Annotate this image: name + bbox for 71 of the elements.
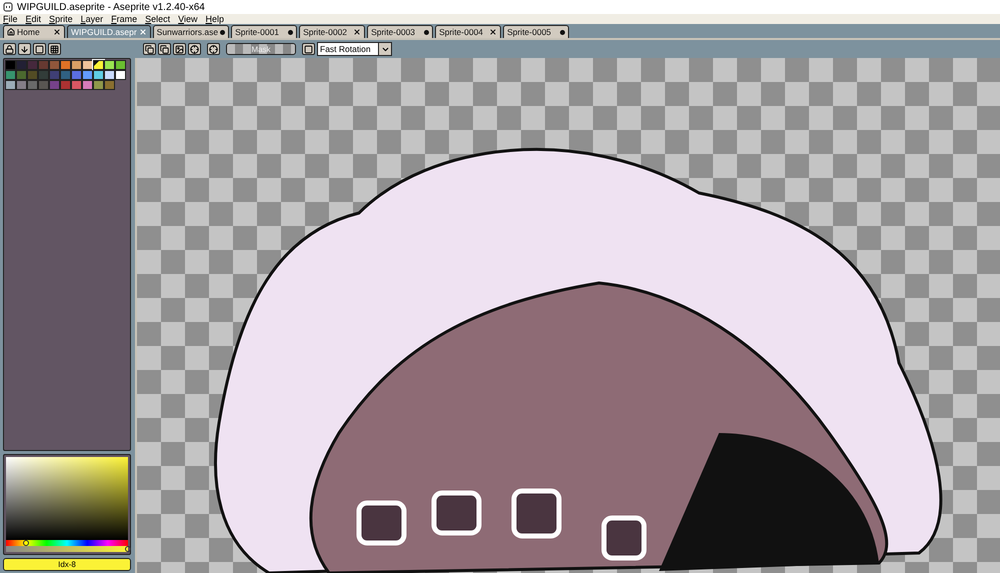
crosshair-button[interactable]	[188, 43, 201, 55]
file-tab[interactable]: Sprite-0005	[503, 25, 570, 38]
color-index-label[interactable]: Idx-8	[3, 558, 131, 571]
color-swatch[interactable]	[71, 60, 82, 70]
menu-item[interactable]: Select	[145, 14, 170, 24]
color-swatch[interactable]	[104, 60, 115, 70]
color-swatch[interactable]	[60, 80, 71, 90]
color-swatch[interactable]	[82, 70, 93, 80]
window-title: WIPGUILD.aseprite - Aseprite v1.2.40-x64	[17, 2, 205, 12]
color-swatch[interactable]	[49, 80, 60, 90]
color-swatch[interactable]	[27, 70, 38, 80]
menu-item[interactable]: Edit	[26, 14, 42, 24]
color-swatch[interactable]	[71, 70, 82, 80]
color-swatch[interactable]	[104, 80, 115, 90]
color-swatch[interactable]	[38, 70, 49, 80]
color-swatch[interactable]	[93, 60, 104, 70]
color-swatch[interactable]	[104, 70, 115, 80]
menu-item[interactable]: Sprite	[49, 14, 73, 24]
color-swatch[interactable]	[27, 80, 38, 90]
menu-item[interactable]: Help	[206, 14, 224, 24]
menu-item[interactable]: View	[178, 14, 198, 24]
sprite-canvas[interactable]	[135, 58, 1000, 573]
rotation-select[interactable]: Fast Rotation	[317, 42, 392, 56]
close-icon[interactable]	[353, 28, 362, 36]
color-swatch[interactable]	[82, 60, 93, 70]
color-swatch[interactable]	[60, 60, 71, 70]
color-swatch[interactable]	[71, 80, 82, 90]
color-swatch[interactable]	[5, 80, 16, 90]
color-swatch[interactable]	[27, 60, 38, 70]
color-swatch[interactable]	[38, 80, 49, 90]
menu-item[interactable]: File	[3, 14, 18, 24]
file-tab[interactable]: Sprite-0004	[435, 25, 502, 38]
app-logo-icon	[3, 2, 13, 12]
square-button[interactable]	[33, 43, 46, 55]
color-swatch[interactable]	[93, 80, 104, 90]
square-button[interactable]	[302, 43, 315, 55]
color-swatch[interactable]	[5, 60, 16, 70]
menu-item[interactable]: Frame	[111, 14, 138, 24]
copy-button[interactable]	[158, 43, 171, 55]
grid-button[interactable]	[48, 43, 61, 55]
color-swatch[interactable]	[5, 70, 16, 80]
menu-item[interactable]: Layer	[80, 14, 104, 24]
saturation-value-field[interactable]	[6, 457, 128, 540]
crosshair-button[interactable]	[207, 43, 220, 55]
file-tab[interactable]: Sprite-0003	[367, 25, 434, 38]
file-tab[interactable]: Sunwarriors.ase	[152, 25, 230, 38]
copy-button[interactable]	[143, 43, 156, 55]
color-swatch[interactable]	[82, 80, 93, 90]
color-swatch[interactable]	[49, 70, 60, 80]
color-swatch[interactable]	[60, 70, 71, 80]
color-swatch[interactable]	[16, 70, 27, 80]
file-tab[interactable]: Home	[3, 25, 65, 38]
lock-button[interactable]	[3, 43, 16, 55]
file-tab[interactable]: Sprite-0001	[231, 25, 298, 38]
file-tab[interactable]: Sprite-0002	[299, 25, 366, 38]
alpha-slider[interactable]	[6, 546, 128, 552]
color-swatch[interactable]	[38, 60, 49, 70]
close-icon[interactable]	[53, 28, 61, 36]
color-swatch[interactable]	[16, 60, 27, 70]
color-swatch[interactable]	[16, 80, 27, 90]
hue-slider[interactable]	[6, 540, 128, 546]
color-swatch[interactable]	[93, 70, 104, 80]
color-swatch[interactable]	[115, 70, 126, 80]
close-icon[interactable]	[489, 28, 498, 36]
color-picker[interactable]	[3, 454, 131, 555]
image-button[interactable]	[173, 43, 186, 55]
home-icon	[7, 28, 15, 36]
color-swatch[interactable]	[49, 60, 60, 70]
color-swatch[interactable]	[115, 60, 126, 70]
arrow-down-button[interactable]	[18, 43, 31, 55]
slider-thumb[interactable]	[125, 546, 131, 552]
